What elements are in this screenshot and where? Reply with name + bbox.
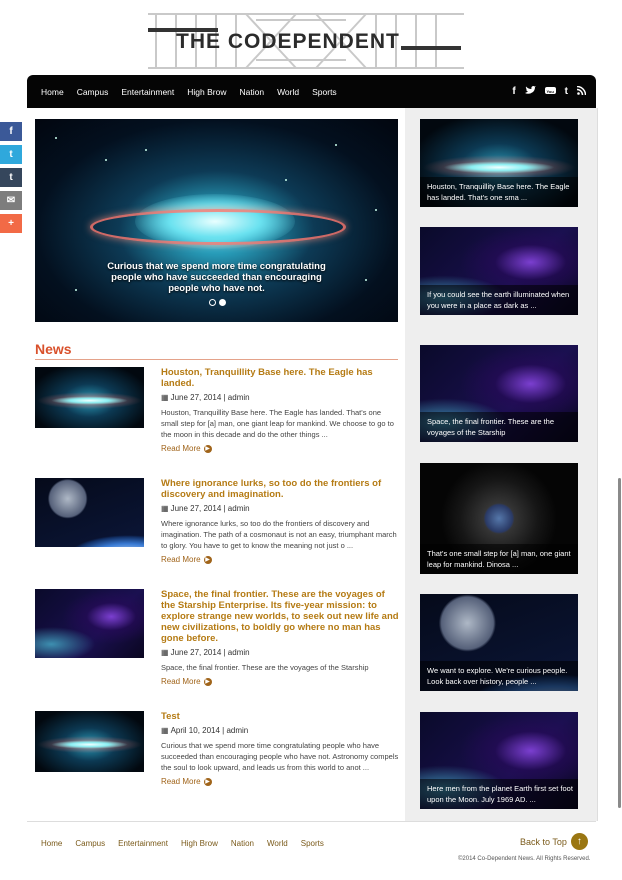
calendar-icon: ▦	[161, 648, 169, 657]
back-to-top-button[interactable]: Back to Top ↑	[520, 833, 588, 850]
share-twitter-icon[interactable]: t	[0, 145, 22, 164]
read-more-label[interactable]: Read More	[161, 555, 201, 564]
share-tumblr-icon[interactable]: t	[0, 168, 22, 187]
article-title[interactable]: Test	[161, 711, 399, 722]
sidebar-card[interactable]: We want to explore. We're curious people…	[420, 594, 578, 691]
sidebar-card[interactable]: Space, the final frontier. These are the…	[420, 345, 578, 442]
calendar-icon: ▦	[161, 726, 169, 735]
article-title[interactable]: Where ignorance lurks, so too do the fro…	[161, 478, 399, 500]
featured-slider[interactable]: Curious that we spend more time congratu…	[35, 119, 398, 322]
read-more-link[interactable]: Read More ▶	[161, 677, 399, 686]
card-caption[interactable]: Space, the final frontier. These are the…	[420, 412, 578, 442]
card-caption[interactable]: We want to explore. We're curious people…	[420, 661, 578, 691]
slider-dot-active[interactable]	[219, 299, 226, 306]
slider-pagination	[209, 299, 229, 306]
page-scrollbar[interactable]	[618, 478, 621, 808]
read-more-link[interactable]: Read More ▶	[161, 777, 399, 786]
article-excerpt: Curious that we spend more time congratu…	[161, 741, 399, 772]
card-caption[interactable]: If you could see the earth illuminated w…	[420, 285, 578, 315]
tumblr-icon[interactable]: t	[565, 86, 568, 97]
footer-nation[interactable]: Nation	[231, 839, 254, 848]
card-caption[interactable]: Houston, Tranquillity Base here. The Eag…	[420, 177, 578, 207]
footer-divider	[27, 821, 596, 822]
sidebar-card[interactable]: If you could see the earth illuminated w…	[420, 227, 578, 315]
read-more-label[interactable]: Read More	[161, 777, 201, 786]
calendar-icon: ▦	[161, 393, 169, 402]
svg-text:You: You	[546, 89, 554, 94]
nav-sports[interactable]: Sports	[312, 87, 337, 97]
slider-dot[interactable]	[209, 299, 216, 306]
share-more-icon[interactable]: +	[0, 214, 22, 233]
article-thumbnail[interactable]	[35, 589, 144, 658]
slider-caption: Curious that we spend more time congratu…	[107, 261, 326, 294]
youtube-icon[interactable]: You	[544, 85, 556, 98]
article-thumbnail[interactable]	[35, 478, 144, 547]
calendar-icon: ▦	[161, 504, 169, 513]
footer-campus[interactable]: Campus	[75, 839, 105, 848]
share-facebook-icon[interactable]: f	[0, 122, 22, 141]
article-excerpt: Where ignorance lurks, so too do the fro…	[161, 519, 397, 550]
article-thumbnail[interactable]	[35, 367, 144, 428]
site-logo[interactable]: THE CODEPENDENT	[146, 10, 466, 72]
read-more-label[interactable]: Read More	[161, 677, 201, 686]
read-more-link[interactable]: Read More ▶	[161, 555, 399, 564]
nav-campus[interactable]: Campus	[77, 87, 109, 97]
nav-nation[interactable]: Nation	[239, 87, 264, 97]
article-meta: April 10, 2014 | admin	[170, 726, 249, 735]
rss-icon[interactable]	[576, 85, 587, 98]
share-email-icon[interactable]: ✉	[0, 191, 22, 210]
twitter-icon[interactable]	[524, 85, 536, 98]
nav-entertainment[interactable]: Entertainment	[121, 87, 174, 97]
logo-text: THE CODEPENDENT	[176, 30, 400, 53]
nav-high-brow[interactable]: High Brow	[187, 87, 226, 97]
read-more-link[interactable]: Read More ▶	[161, 444, 399, 453]
article-title[interactable]: Houston, Tranquillity Base here. The Eag…	[161, 367, 399, 389]
article-meta: June 27, 2014 | admin	[170, 504, 250, 513]
footer-entertainment[interactable]: Entertainment	[118, 839, 168, 848]
article-excerpt: Houston, Tranquillity Base here. The Eag…	[161, 408, 394, 439]
article-thumbnail[interactable]	[35, 711, 144, 772]
read-more-label[interactable]: Read More	[161, 444, 201, 453]
arrow-right-icon: ▶	[203, 677, 212, 686]
footer-world[interactable]: World	[267, 839, 288, 848]
footer-navigation: Home Campus Entertainment High Brow Nati…	[41, 839, 337, 848]
back-to-top-label[interactable]: Back to Top	[520, 837, 567, 847]
card-caption[interactable]: Here men from the planet Earth first set…	[420, 779, 578, 809]
arrow-right-icon: ▶	[203, 444, 212, 453]
article-title[interactable]: Space, the final frontier. These are the…	[161, 589, 399, 644]
arrow-right-icon: ▶	[203, 555, 212, 564]
news-heading: News	[35, 341, 398, 360]
footer-high-brow[interactable]: High Brow	[181, 839, 218, 848]
galaxy-ring	[90, 209, 346, 245]
article-meta: June 27, 2014 | admin	[170, 648, 250, 657]
sidebar-card[interactable]: Houston, Tranquillity Base here. The Eag…	[420, 119, 578, 207]
footer-sports[interactable]: Sports	[301, 839, 324, 848]
footer-home[interactable]: Home	[41, 839, 62, 848]
facebook-icon[interactable]: f	[512, 86, 515, 97]
card-caption[interactable]: That's one small step for [a] man, one g…	[420, 544, 578, 574]
copyright-text: ©2014 Co-Dependent News. All Rights Rese…	[458, 856, 591, 862]
nav-world[interactable]: World	[277, 87, 299, 97]
main-navigation: Home Campus Entertainment High Brow Nati…	[27, 75, 596, 108]
sidebar-card[interactable]: Here men from the planet Earth first set…	[420, 712, 578, 809]
sidebar-card[interactable]: That's one small step for [a] man, one g…	[420, 463, 578, 574]
arrow-right-icon: ▶	[203, 777, 212, 786]
nav-home[interactable]: Home	[41, 87, 64, 97]
article-excerpt: Space, the final frontier. These are the…	[161, 663, 369, 672]
article-meta: June 27, 2014 | admin	[170, 393, 250, 402]
arrow-up-icon[interactable]: ↑	[570, 833, 588, 850]
